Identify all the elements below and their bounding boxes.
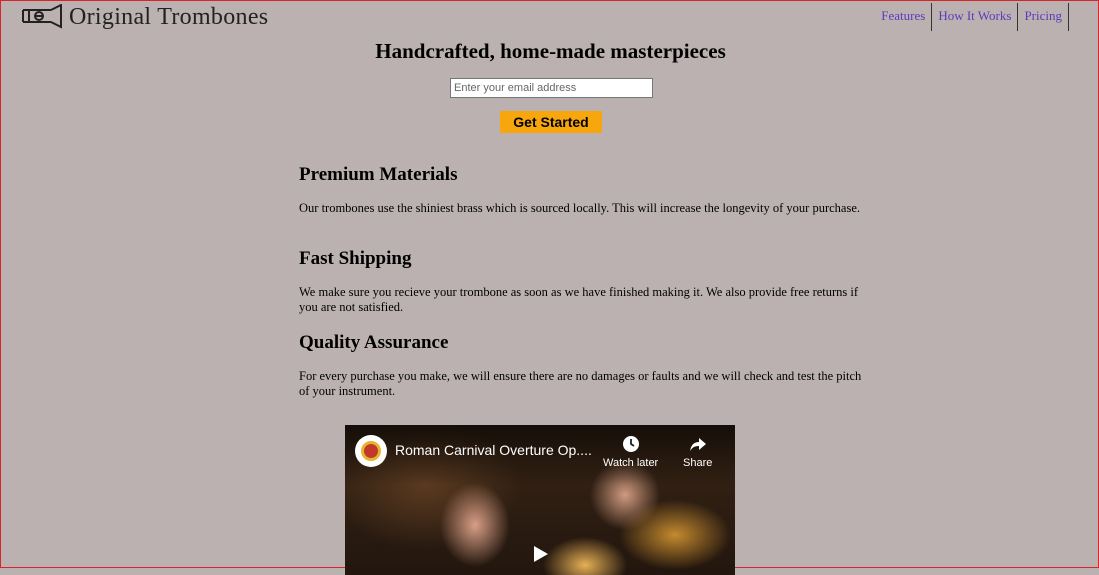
logo-text: Original Trombones [69, 3, 269, 30]
nav-link-pricing[interactable]: Pricing [1018, 3, 1069, 31]
get-started-button[interactable]: Get Started [500, 111, 602, 133]
hero-title: Handcrafted, home-made masterpieces [375, 39, 726, 63]
share-button[interactable]: Share [683, 435, 712, 469]
top-nav: Features How It Works Pricing [875, 3, 1069, 31]
feature-quality-assurance: Quality Assurance For every purchase you… [299, 332, 869, 399]
feature-text: For every purchase you make, we will ens… [299, 369, 862, 398]
feature-text: Our trombones use the shiniest brass whi… [299, 201, 860, 215]
feature-title: Quality Assurance [299, 332, 449, 353]
clock-icon [622, 436, 639, 452]
feature-fast-shipping: Fast Shipping We make sure you recieve y… [299, 248, 869, 315]
feature-premium-materials: Premium Materials Our trombones use the … [299, 164, 869, 216]
video-embed[interactable]: Roman Carnival Overture Op.... Watch lat… [345, 425, 735, 575]
logo[interactable]: Original Trombones [21, 3, 268, 31]
share-icon [689, 438, 706, 451]
trombone-icon [22, 4, 62, 29]
email-input[interactable] [450, 78, 653, 98]
feature-text: We make sure you recieve your trombone a… [299, 285, 859, 314]
video-title[interactable]: Roman Carnival Overture Op.... [395, 442, 592, 458]
nav-link-how-it-works[interactable]: How It Works [932, 3, 1019, 31]
play-icon[interactable] [531, 545, 549, 563]
watch-later-button[interactable]: Watch later [603, 435, 658, 469]
nav-link-features[interactable]: Features [875, 3, 933, 31]
feature-title: Fast Shipping [299, 248, 412, 269]
feature-title: Premium Materials [299, 164, 458, 185]
channel-avatar[interactable] [355, 435, 387, 467]
